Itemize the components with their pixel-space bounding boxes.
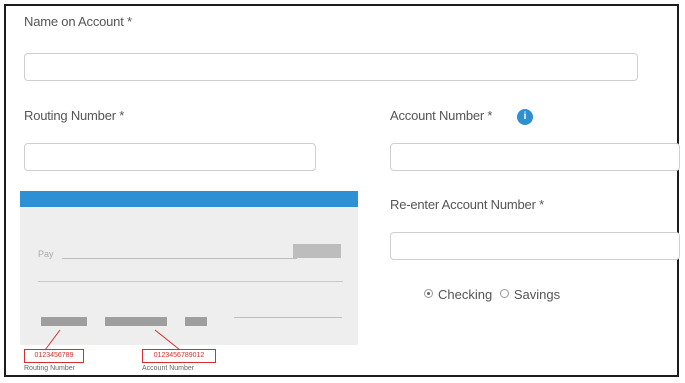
routing-number-sample: 0123456789 [24, 349, 84, 363]
account-number-sample: 0123456789012 [142, 349, 216, 363]
account-number-caption: Account Number [142, 365, 195, 372]
check-callout-lines [44, 329, 181, 351]
routing-number-caption: Routing Number [24, 365, 75, 372]
